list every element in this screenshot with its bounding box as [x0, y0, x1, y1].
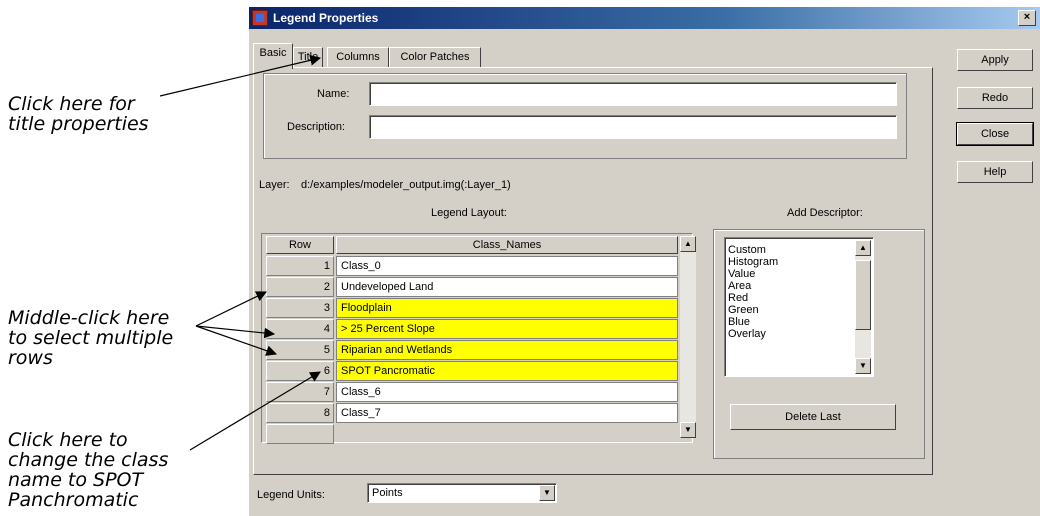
class-name-cell[interactable]: Undeveloped Land	[336, 277, 678, 297]
layer-label: Layer:	[259, 179, 290, 191]
layer-path: d:/examples/modeler_output.img(:Layer_1)	[301, 179, 511, 191]
redo-button[interactable]: Redo	[957, 87, 1033, 109]
annotation-middle-click: Middle-click here to select multiple row…	[8, 307, 174, 369]
legend-units-value: Points	[372, 487, 403, 499]
descriptor-list-item[interactable]: Area	[725, 280, 855, 292]
name-label: Name:	[317, 88, 350, 100]
row-number-cell[interactable]: 1	[266, 256, 334, 276]
legend-units-label: Legend Units:	[257, 489, 325, 501]
scroll-thumb[interactable]	[855, 260, 871, 330]
row-column-header[interactable]: Row	[266, 236, 334, 254]
class-name-cell[interactable]: > 25 Percent Slope	[336, 319, 678, 339]
class-name-cell[interactable]: SPOT Pancromatic	[336, 361, 678, 381]
app-icon	[252, 10, 268, 26]
annotation-change-name: Click here to change the class name to S…	[8, 429, 169, 511]
row-number-cell[interactable]: 4	[266, 319, 334, 339]
apply-button[interactable]: Apply	[957, 49, 1033, 71]
chevron-down-icon[interactable]: ▼	[539, 485, 555, 501]
class-names-column-header[interactable]: Class_Names	[336, 236, 678, 254]
row-number-cell[interactable]: 8	[266, 403, 334, 423]
help-button[interactable]: Help	[957, 161, 1033, 183]
window-title: Legend Properties	[273, 11, 379, 25]
tab-columns[interactable]: Columns	[327, 47, 389, 67]
row-number-cell[interactable]: 2	[266, 277, 334, 297]
row-number-cell[interactable]: 5	[266, 340, 334, 360]
class-name-cell[interactable]: Class_0	[336, 256, 678, 276]
description-field[interactable]	[369, 115, 897, 139]
descriptor-list-item[interactable]: Value	[725, 268, 855, 280]
descriptor-list-item[interactable]: Blue	[725, 316, 855, 328]
close-window-icon[interactable]: ×	[1018, 10, 1036, 26]
annotation-title-properties: Click here for title properties	[8, 93, 149, 135]
descriptor-list-item[interactable]: Overlay	[725, 328, 855, 340]
class-name-cell[interactable]: Riparian and Wetlands	[336, 340, 678, 360]
class-name-cell[interactable]: Floodplain	[336, 298, 678, 318]
legend-layout-grid: Row Class_Names 1 Class_0 2 Undeveloped Lan…	[261, 233, 696, 444]
descriptor-list-item[interactable]: Custom	[725, 244, 855, 256]
tab-color-patches[interactable]: Color Patches	[389, 47, 481, 67]
row-number-cell[interactable]: 6	[266, 361, 334, 381]
tab-title[interactable]: Title	[293, 47, 323, 67]
class-name-cell[interactable]: Class_7	[336, 403, 678, 423]
row-number-cell[interactable]: 7	[266, 382, 334, 402]
delete-last-button[interactable]: Delete Last	[730, 404, 896, 430]
description-label: Description:	[287, 121, 346, 133]
class-name-cell[interactable]: Class_6	[336, 382, 678, 402]
scroll-up-icon[interactable]: ▲	[855, 240, 871, 256]
scroll-down-icon[interactable]: ▼	[855, 358, 871, 374]
descriptor-list[interactable]: Custom Histogram Value Area Red Green Blue Over…	[724, 237, 874, 377]
name-field[interactable]	[369, 82, 897, 106]
legend-units-select[interactable]: Points ▼	[367, 483, 557, 503]
legend-layout-label: Legend Layout:	[431, 207, 507, 219]
descriptor-list-item[interactable]: Red	[725, 292, 855, 304]
tab-basic[interactable]: Basic	[253, 43, 293, 69]
title-bar: Legend Properties	[249, 7, 1040, 29]
scroll-up-icon[interactable]: ▲	[680, 236, 696, 252]
scroll-down-icon[interactable]: ▼	[680, 422, 696, 438]
descriptor-list-scrollbar[interactable]: ▲ ▼	[855, 240, 871, 374]
descriptor-list-item[interactable]: Green	[725, 304, 855, 316]
grid-vertical-scrollbar[interactable]: ▲ ▼	[680, 236, 696, 438]
close-button[interactable]: Close	[956, 122, 1034, 146]
add-descriptor-label: Add Descriptor:	[787, 207, 863, 219]
row-number-cell[interactable]: 3	[266, 298, 334, 318]
descriptor-list-item[interactable]: Histogram	[725, 256, 855, 268]
legend-properties-dialog: Legend Properties × Basic Title Columns …	[248, 6, 1040, 516]
row-number-cell[interactable]	[266, 424, 334, 444]
